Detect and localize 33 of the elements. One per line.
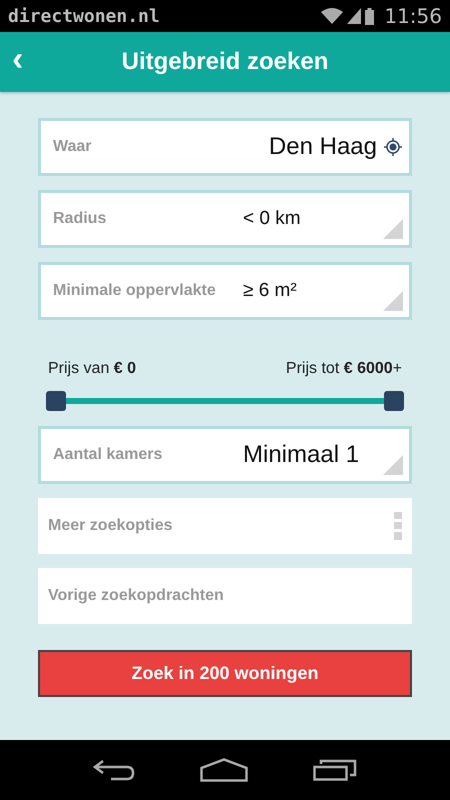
price-slider[interactable] [46,390,404,412]
home-icon[interactable] [200,758,248,782]
search-button[interactable]: Zoek in 200 woningen [38,650,412,697]
row-label: Meer zoekopties [48,517,172,535]
dropdown-corner-icon [383,219,403,239]
form-field[interactable]: Radius < 0 km [38,190,412,248]
battery-icon [365,8,374,24]
field-value: Minimaal 1 [243,441,360,469]
form-field[interactable]: Aantal kamers Minimaal 1 [38,426,412,484]
dropdown-corner-icon [383,455,403,475]
price-from-label: Prijs van € 0 [48,360,136,378]
field-label: Aantal kamers [53,446,164,464]
recent-apps-icon[interactable] [313,759,358,781]
row-label: Vorige zoekopdrachten [48,587,224,605]
clock: 11:56 [384,4,442,28]
field-value: ≥ 6 m² [243,280,297,302]
back-icon[interactable] [92,759,135,781]
app-name: directwonen.nl [8,6,160,26]
field-label: Waar [53,138,93,156]
wifi-icon [321,8,344,24]
location-icon[interactable] [383,137,403,157]
field-label: Radius [53,210,108,228]
field-label: Minimale oppervlakte [53,282,217,300]
page-title: Uitgebreid zoeken [122,48,328,76]
price-to-label: Prijs tot € 6000+ [286,360,402,378]
form-field[interactable]: Waar Den Haag [38,118,412,176]
slider-handle[interactable] [384,391,404,411]
signal-icon [347,8,362,24]
form-field[interactable]: Minimale oppervlakte ≥ 6 m² [38,262,412,320]
field-value: < 0 km [243,208,301,230]
dropdown-corner-icon [383,291,403,311]
slider-handle[interactable] [46,391,66,411]
field-value: Den Haag [268,133,378,161]
